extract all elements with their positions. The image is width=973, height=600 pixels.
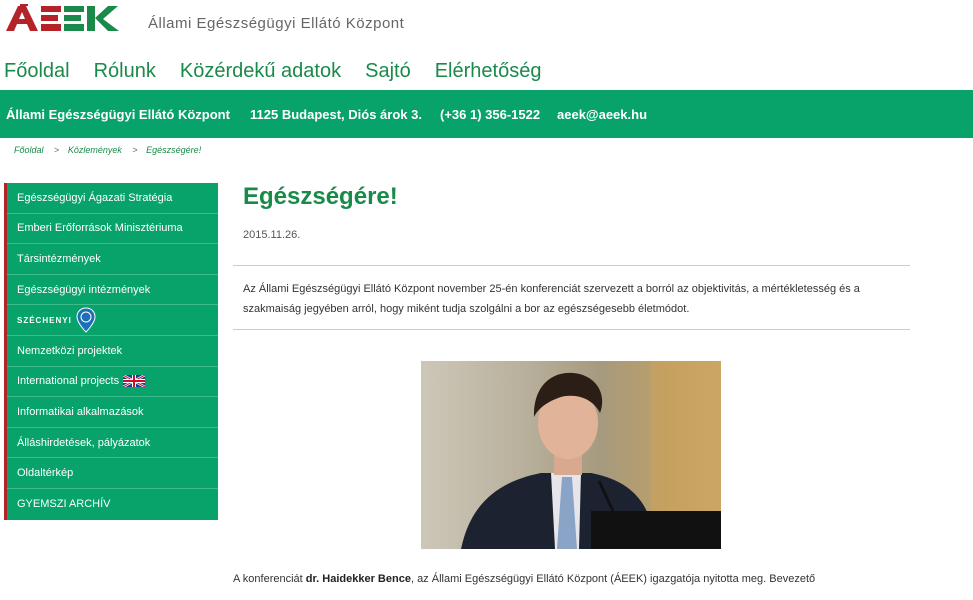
szechenyi-badge-icon bbox=[76, 307, 96, 333]
nav-rolunk[interactable]: Rólunk bbox=[94, 60, 156, 83]
aeek-logo[interactable] bbox=[6, 4, 136, 32]
sidebar-item-intezmenyek[interactable]: Egészségügyi intézmények bbox=[7, 275, 218, 306]
breadcrumb-separator: > bbox=[54, 145, 60, 155]
breadcrumb-kozlemenyek[interactable]: Közlemények bbox=[68, 145, 122, 155]
contact-phone: (+36 1) 356-1522 bbox=[440, 107, 541, 122]
contact-bar: Állami Egészségügyi Ellátó Központ 1125 … bbox=[0, 90, 973, 138]
divider bbox=[233, 265, 910, 266]
article-lead: Az Állami Egészségügyi Ellátó Központ no… bbox=[243, 283, 860, 315]
breadcrumb: Főoldal > Közlemények > Egészségére! bbox=[14, 145, 201, 155]
contact-address: 1125 Budapest, Diós árok 3. bbox=[250, 107, 422, 122]
sidebar-item-international[interactable]: International projects bbox=[7, 367, 218, 398]
body-text-name: dr. Haidekker Bence bbox=[305, 573, 411, 585]
uk-flag-icon bbox=[123, 375, 146, 388]
breadcrumb-separator: > bbox=[132, 145, 138, 155]
sidebar-item-informatikai[interactable]: Informatikai alkalmazások bbox=[7, 397, 218, 428]
sidebar-item-label: SZÉCHENYI bbox=[17, 315, 72, 325]
contact-org: Állami Egészségügyi Ellátó Központ bbox=[6, 107, 230, 122]
page-title: Egészségére! bbox=[243, 183, 398, 210]
sidebar-item-label: GYEMSZI ARCHÍV bbox=[17, 498, 111, 511]
sidebar-item-label: Álláshirdetések, pályázatok bbox=[17, 436, 151, 449]
nav-fooldal[interactable]: Főoldal bbox=[4, 60, 70, 83]
breadcrumb-home[interactable]: Főoldal bbox=[14, 145, 44, 155]
body-text-prefix: A konferenciát bbox=[233, 573, 306, 585]
main-nav: Főoldal Rólunk Közérdekű adatok Sajtó El… bbox=[4, 60, 565, 83]
sidebar-item-label: Emberi Erőforrások Minisztériuma bbox=[17, 222, 183, 235]
sidebar-item-label: Egészségügyi intézmények bbox=[17, 283, 151, 296]
sidebar-item-label: Informatikai alkalmazások bbox=[17, 405, 144, 418]
nav-sajto[interactable]: Sajtó bbox=[365, 60, 411, 83]
sidebar-item-label: Társintézmények bbox=[17, 252, 101, 265]
sidebar-item-allashirdetesek[interactable]: Álláshirdetések, pályázatok bbox=[7, 428, 218, 459]
nav-elerhetoseg[interactable]: Elérhetőség bbox=[435, 60, 542, 83]
sidebar-item-label: International projects bbox=[17, 375, 120, 388]
sidebar-item-label: Nemzetközi projektek bbox=[17, 344, 123, 357]
sidebar: Egészségügyi Ágazati Stratégia Emberi Er… bbox=[4, 183, 218, 520]
breadcrumb-current: Egészségére! bbox=[146, 145, 202, 155]
body-text-rest: , az Állami Egészségügyi Ellátó Központ … bbox=[410, 573, 816, 585]
header: Állami Egészségügyi Ellátó Központ bbox=[0, 0, 973, 48]
sidebar-item-oldalterkep[interactable]: Oldaltérkép bbox=[7, 458, 218, 489]
divider bbox=[233, 329, 910, 330]
sidebar-item-szechenyi[interactable]: SZÉCHENYI bbox=[7, 305, 218, 336]
sidebar-item-nemzetkozi[interactable]: Nemzetközi projektek bbox=[7, 336, 218, 367]
sidebar-item-label: Oldaltérkép bbox=[17, 467, 74, 480]
speaker-photo-illustration bbox=[461, 361, 721, 549]
sidebar-item-tarsintezmenyek[interactable]: Társintézmények bbox=[7, 244, 218, 275]
org-name: Állami Egészségügyi Ellátó Központ bbox=[148, 15, 405, 32]
sidebar-item-strategia[interactable]: Egészségügyi Ágazati Stratégia bbox=[7, 183, 218, 214]
contact-email[interactable]: aeek@aeek.hu bbox=[557, 107, 647, 122]
article-body: A konferenciát dr. Haidekker Bence, az Á… bbox=[233, 569, 910, 590]
article-photo bbox=[421, 361, 721, 549]
nav-kozerdeku-adatok[interactable]: Közérdekű adatok bbox=[180, 60, 341, 83]
sidebar-item-gyemszi[interactable]: GYEMSZI ARCHÍV bbox=[7, 489, 218, 520]
article-date: 2015.11.26. bbox=[243, 229, 301, 241]
sidebar-item-emmi[interactable]: Emberi Erőforrások Minisztériuma bbox=[7, 214, 218, 245]
sidebar-item-label: Egészségügyi Ágazati Stratégia bbox=[17, 191, 173, 204]
